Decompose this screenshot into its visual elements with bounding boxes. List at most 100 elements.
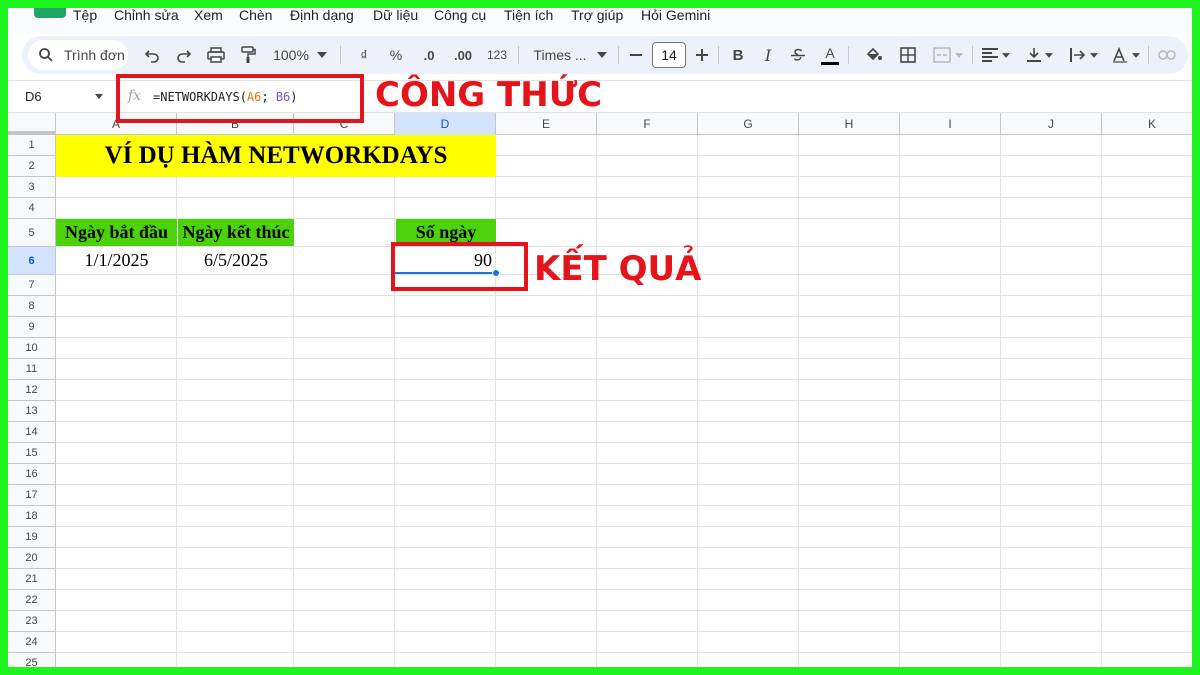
paint-format-button[interactable] [236,41,260,69]
row-header-5[interactable]: 5 [8,219,56,247]
row-header-8[interactable]: 8 [8,296,56,317]
row-header-4[interactable]: 4 [8,198,56,219]
column-header-g[interactable]: G [698,113,799,135]
column-header-e[interactable]: E [496,113,597,135]
merge-cells-button[interactable] [928,41,968,69]
row-gridline [56,358,1192,359]
column-header-j[interactable]: J [1001,113,1102,135]
font-size-decrease-button[interactable] [626,41,646,69]
italic-button[interactable]: I [756,41,780,69]
borders-icon [900,47,916,63]
undo-button[interactable] [140,41,164,69]
chevron-down-icon [95,94,103,99]
row-header-16[interactable]: 16 [8,464,56,485]
select-all-corner[interactable] [8,113,56,135]
title-cell[interactable]: VÍ DỤ HÀM NETWORKDAYS [56,135,496,177]
print-button[interactable] [204,41,228,69]
zoom-value: 100% [273,47,309,63]
row-header-12[interactable]: 12 [8,380,56,401]
sheets-logo-icon[interactable] [34,0,66,18]
zoom-select[interactable]: 100% [270,41,330,69]
row-header-19[interactable]: 19 [8,527,56,548]
row-header-25[interactable]: 25 [8,653,56,667]
row-header-14[interactable]: 14 [8,422,56,443]
menu-insert[interactable]: Chèn [239,7,272,23]
menu-view[interactable]: Xem [194,7,223,23]
row-header-15[interactable]: 15 [8,443,56,464]
menu-extensions[interactable]: Tiện ích [504,7,553,23]
toolbar-divider [848,46,849,64]
column-header-h[interactable]: H [799,113,900,135]
decrease-decimal-button[interactable]: .0 [416,41,442,69]
name-box[interactable]: D6 [8,81,118,112]
font-size-input[interactable]: 14 [652,42,686,68]
row-header-24[interactable]: 24 [8,632,56,653]
column-header-d[interactable]: D [395,113,496,135]
menu-ask-gemini[interactable]: Hỏi Gemini [641,7,710,23]
cell-a6[interactable]: 1/1/2025 [56,247,177,274]
fill-color-button[interactable] [862,41,886,69]
minus-icon [630,54,642,56]
row-header-18[interactable]: 18 [8,506,56,527]
menu-search[interactable]: Trình đơn [28,40,128,70]
row-header-22[interactable]: 22 [8,590,56,611]
paint-bucket-icon [866,47,882,61]
cell-b6[interactable]: 6/5/2025 [178,247,294,274]
currency-format-button[interactable]: ₫ [352,41,376,69]
row-gridline [56,463,1192,464]
vertical-align-button[interactable] [1022,41,1058,69]
toolbar: Trình đơn 100% ₫ % .0 .00 123 Times ... … [22,36,1188,74]
redo-button[interactable] [172,41,196,69]
cell-b5[interactable]: Ngày kết thúc [178,219,294,246]
row-header-17[interactable]: 17 [8,485,56,506]
percent-format-button[interactable]: % [384,41,408,69]
row-header-11[interactable]: 11 [8,359,56,380]
row-header-3[interactable]: 3 [8,177,56,198]
row-gridline [56,589,1192,590]
menu-data[interactable]: Dữ liệu [373,7,418,23]
menu-format[interactable]: Định dạng [290,7,354,23]
text-color-label: A [825,44,835,61]
menu-file[interactable]: Tệp [73,7,97,23]
number-format-label: 123 [486,48,508,62]
chevron-down-icon [1045,52,1053,58]
column-header-i[interactable]: I [900,113,1001,135]
horizontal-align-button[interactable] [978,41,1014,69]
insert-link-button[interactable] [1154,41,1180,69]
row-header-21[interactable]: 21 [8,569,56,590]
increase-decimal-button[interactable]: .00 [448,41,478,69]
menu-help[interactable]: Trợ giúp [571,7,623,23]
row-header-6[interactable]: 6 [8,247,56,275]
row-header-1[interactable]: 1 [8,135,56,156]
row-header-9[interactable]: 9 [8,317,56,338]
row-header-10[interactable]: 10 [8,338,56,359]
menu-edit[interactable]: Chỉnh sửa [114,7,179,23]
font-family-select[interactable]: Times ... [528,41,612,69]
bold-button[interactable]: B [726,41,750,69]
menu-tools[interactable]: Công cụ [434,7,486,23]
text-color-button[interactable]: A [818,41,842,69]
strikethrough-button[interactable] [786,41,810,69]
chevron-down-icon [596,52,607,58]
text-wrap-button[interactable] [1066,41,1102,69]
cell-a5[interactable]: Ngày bắt đầu [56,219,177,246]
column-header-f[interactable]: F [597,113,698,135]
spreadsheet-grid[interactable]: ABCDEFGHIJK 1 2 3 4 5 6 7 8 9 10 11 12 13 14 15 16 17 18 1… [8,113,1192,667]
formula-highlight-box [116,74,364,123]
row-header-2[interactable]: 2 [8,156,56,177]
text-rotation-button[interactable] [1108,41,1144,69]
row-header-23[interactable]: 23 [8,611,56,632]
currency-label: ₫ [360,47,368,63]
menu-search-label: Trình đơn [64,47,124,63]
row-header-20[interactable]: 20 [8,548,56,569]
row-header-7[interactable]: 7 [8,275,56,296]
borders-button[interactable] [896,41,920,69]
column-gridline [176,135,177,667]
print-icon [207,47,225,63]
text-color-swatch [821,61,839,65]
font-size-increase-button[interactable] [692,41,712,69]
row-header-13[interactable]: 13 [8,401,56,422]
number-format-button[interactable]: 123 [482,41,512,69]
column-header-k[interactable]: K [1102,113,1192,135]
plus-icon [696,49,708,61]
